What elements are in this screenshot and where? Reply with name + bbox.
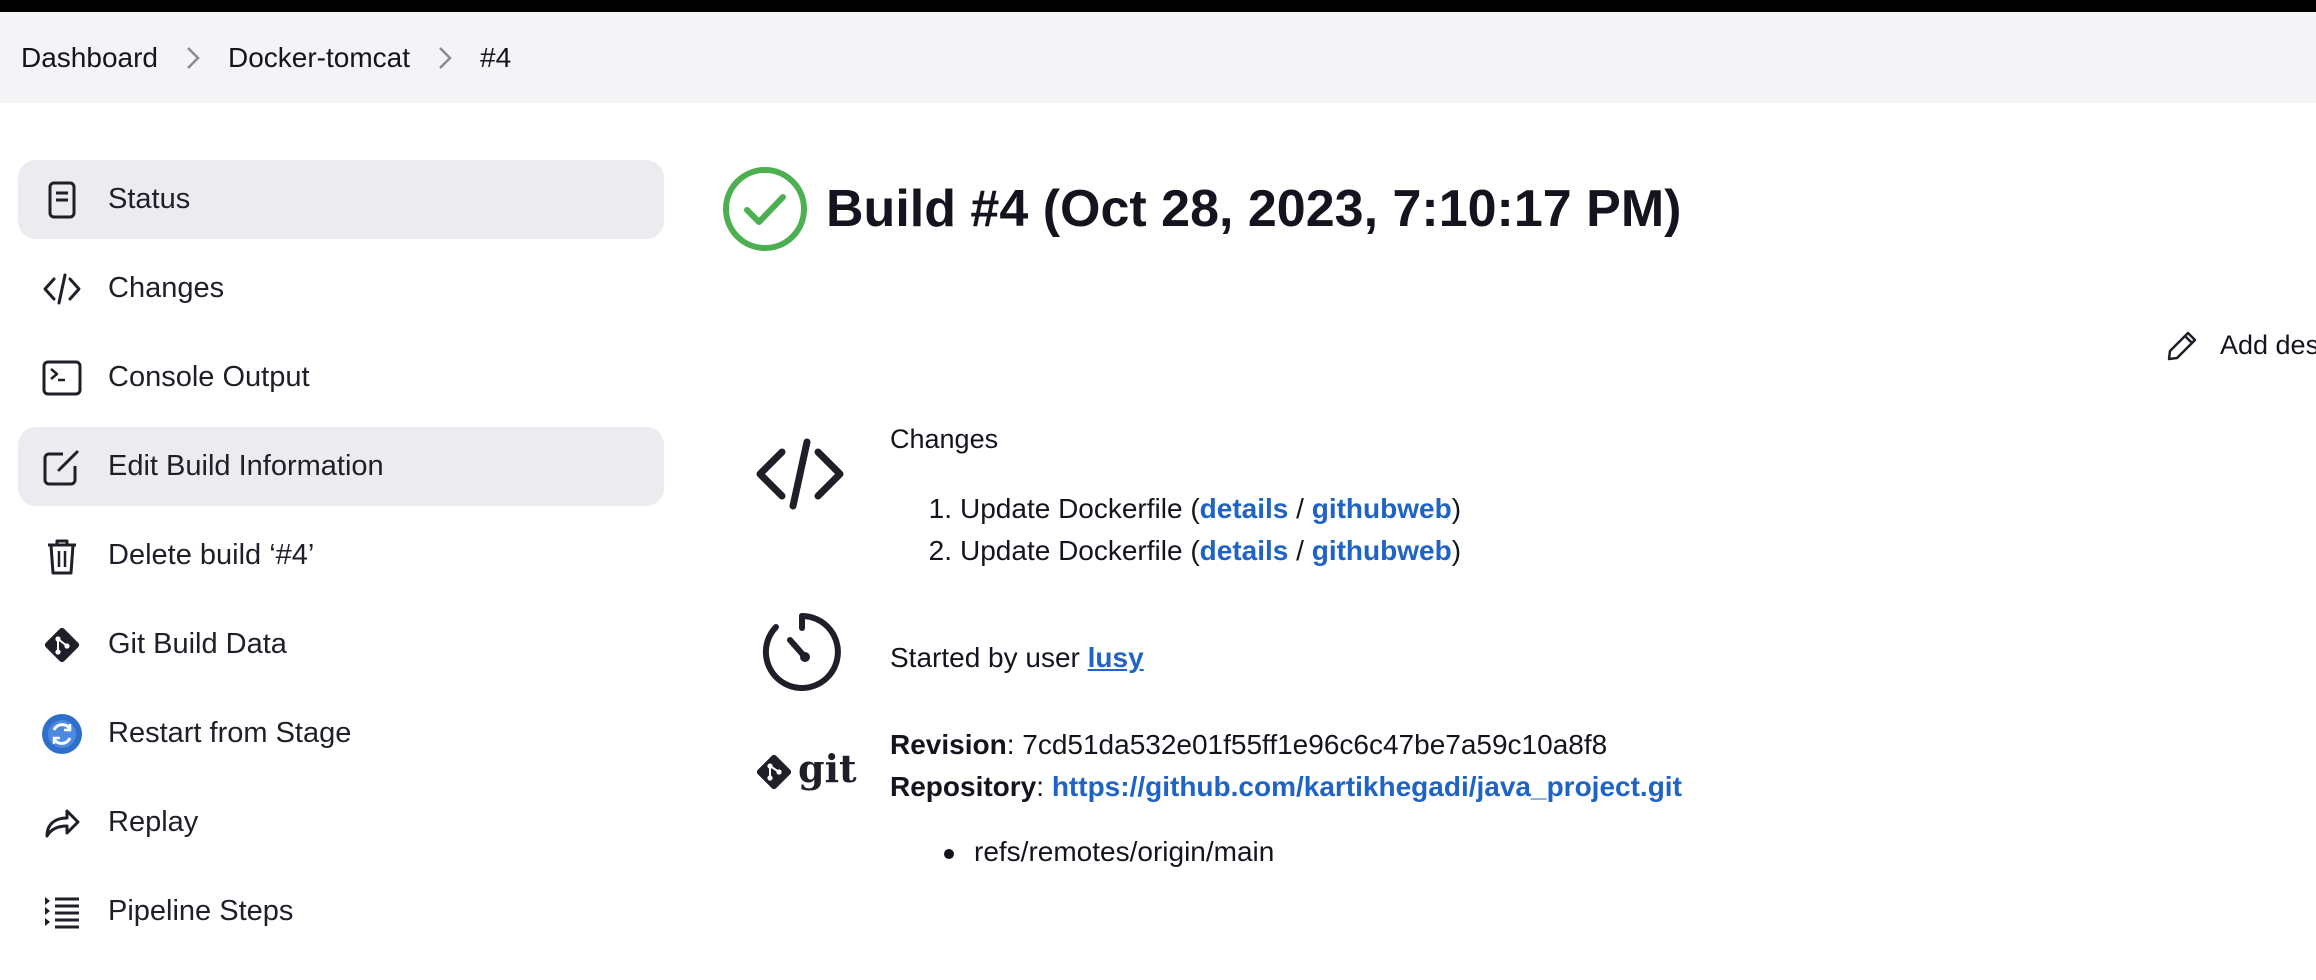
changes-heading: Changes <box>890 424 999 454</box>
user-link[interactable]: lusy <box>1088 642 1144 673</box>
restart-icon <box>40 712 84 756</box>
top-bar <box>0 0 2316 12</box>
code-icon <box>40 267 84 311</box>
timer-icon <box>760 610 844 694</box>
list-item-number: 1. <box>928 493 952 524</box>
list-item: 1. Update Dockerfile (details / githubweb… <box>890 488 1461 530</box>
sidebar-item-edit-build-information[interactable]: Edit Build Information <box>18 427 664 506</box>
started-by: Started by user lusy <box>890 642 1144 674</box>
sidebar-item-delete-build[interactable]: Delete build ‘#4’ <box>18 516 664 595</box>
code-icon <box>754 428 846 520</box>
git-icon <box>40 623 84 667</box>
githubweb-link[interactable]: githubweb <box>1312 535 1452 566</box>
sidebar-item-label: Replay <box>108 806 199 838</box>
sidebar-item-git-build-data[interactable]: Git Build Data <box>18 605 664 684</box>
add-description-label: Add des <box>2220 329 2316 360</box>
main-content: Build #4 (Oct 28, 2023, 7:10:17 PM) Add … <box>722 160 2316 980</box>
breadcrumb-build[interactable]: #4 <box>480 42 511 74</box>
list-item: 2. Update Dockerfile (details / githubweb… <box>890 530 1461 572</box>
breadcrumb-dashboard[interactable]: Dashboard <box>21 42 158 74</box>
chevron-right-icon <box>410 45 480 71</box>
git-info: Revision: 7cd51da532e01f55ff1e96c6c47be7… <box>890 724 1682 808</box>
change-text: Update Dockerfile <box>960 535 1183 566</box>
repository-label: Repository <box>890 771 1037 802</box>
githubweb-link[interactable]: githubweb <box>1312 493 1452 524</box>
sidebar-item-pipeline-steps[interactable]: Pipeline Steps <box>18 872 664 951</box>
document-icon <box>40 178 84 222</box>
replay-icon <box>40 801 84 845</box>
sidebar-item-replay[interactable]: Replay <box>18 783 664 862</box>
revision-label: Revision <box>890 729 1007 760</box>
refs-list: refs/remotes/origin/main <box>890 836 1274 868</box>
list-item-number: 2. <box>928 535 952 566</box>
build-header: Build #4 (Oct 28, 2023, 7:10:17 PM) <box>722 166 1681 252</box>
page-title: Build #4 (Oct 28, 2023, 7:10:17 PM) <box>826 180 1682 238</box>
sidebar-item-label: Edit Build Information <box>108 450 384 482</box>
sidebar-item-label: Delete build ‘#4’ <box>108 539 315 571</box>
trash-icon <box>40 534 84 578</box>
revision-row: Revision: 7cd51da532e01f55ff1e96c6c47be7… <box>890 729 1608 760</box>
success-check-icon <box>723 167 807 251</box>
details-link[interactable]: details <box>1200 493 1289 524</box>
sidebar-item-restart-from-stage[interactable]: Restart from Stage <box>18 694 664 773</box>
details-link[interactable]: details <box>1200 535 1289 566</box>
repository-row: Repository: https://github.com/kartikheg… <box>890 771 1682 802</box>
sidebar: Status Changes Console Output Edit Build… <box>18 160 664 961</box>
chevron-right-icon <box>158 45 228 71</box>
sidebar-item-label: Pipeline Steps <box>108 895 294 927</box>
list-item: refs/remotes/origin/main <box>974 836 1275 867</box>
breadcrumb: Dashboard Docker-tomcat #4 <box>0 12 2316 103</box>
sidebar-item-label: Console Output <box>108 361 310 393</box>
link-separator: / <box>1296 493 1304 524</box>
sidebar-item-status[interactable]: Status <box>18 160 664 239</box>
repository-link[interactable]: https://github.com/kartikhegadi/java_pro… <box>1052 771 1682 802</box>
add-description-button[interactable]: Add des <box>2166 328 2316 362</box>
pencil-icon <box>2167 331 2197 361</box>
pipeline-steps-icon <box>40 890 84 934</box>
change-text: Update Dockerfile <box>960 493 1183 524</box>
sidebar-item-label: Git Build Data <box>108 628 287 660</box>
sidebar-item-label: Changes <box>108 272 225 304</box>
terminal-icon <box>40 356 84 400</box>
started-by-prefix: Started by user <box>890 642 1080 673</box>
bullet-icon <box>944 848 954 859</box>
sidebar-item-console-output[interactable]: Console Output <box>18 338 664 417</box>
sidebar-item-label: Restart from Stage <box>108 717 352 749</box>
git-logo-text: git <box>798 746 857 791</box>
sidebar-item-label: Status <box>108 183 191 215</box>
changes-list: 1. Update Dockerfile (details / githubweb… <box>890 488 1461 572</box>
git-logo-icon: git <box>752 742 857 800</box>
edit-icon <box>40 445 84 489</box>
link-separator: / <box>1296 535 1304 566</box>
breadcrumb-job[interactable]: Docker-tomcat <box>228 42 410 74</box>
sidebar-item-changes[interactable]: Changes <box>18 249 664 328</box>
revision-value: 7cd51da532e01f55ff1e96c6c47be7a59c10a8f8 <box>1022 729 1608 760</box>
